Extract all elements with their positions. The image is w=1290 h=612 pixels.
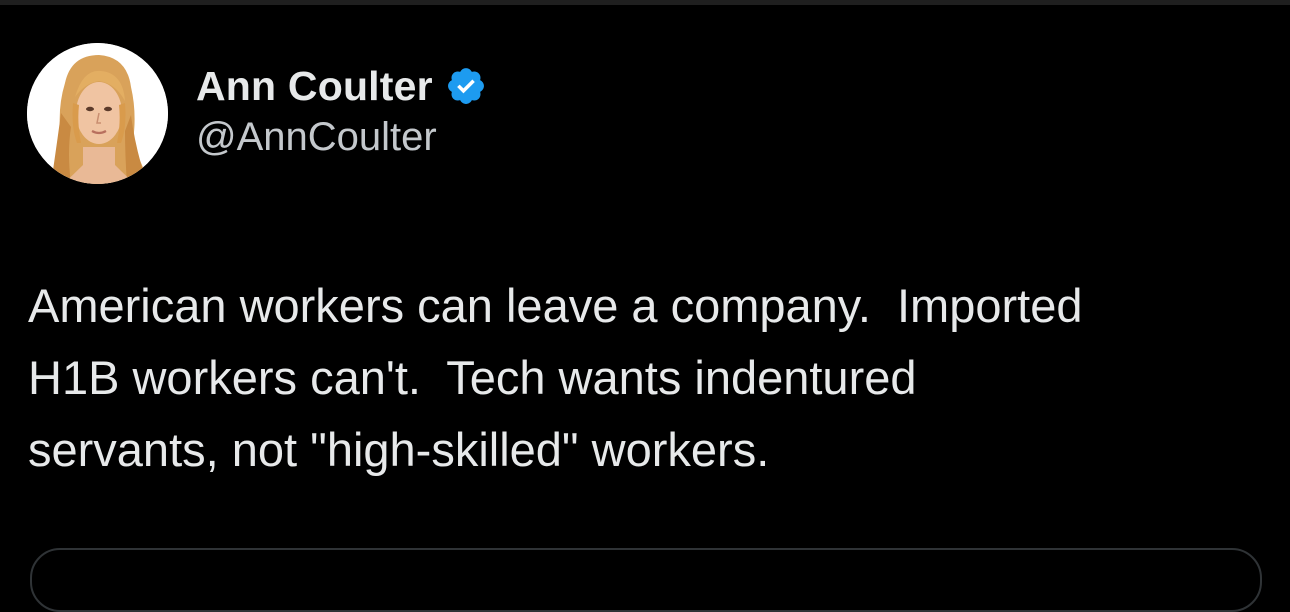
author-name-row: Ann Coulter — [196, 58, 487, 114]
embedded-card[interactable] — [30, 548, 1262, 612]
avatar[interactable] — [27, 43, 168, 184]
tweet-text: American workers can leave a company. Im… — [28, 279, 1083, 476]
verified-badge-icon[interactable] — [445, 65, 487, 107]
author-display-name[interactable]: Ann Coulter — [196, 63, 433, 110]
tweet-author: Ann Coulter @AnnCoulter — [196, 58, 487, 160]
avatar-image — [27, 43, 168, 184]
author-handle[interactable]: @AnnCoulter — [196, 115, 487, 160]
tweet-card[interactable]: Ann Coulter @AnnCoulter American workers… — [0, 0, 1290, 612]
